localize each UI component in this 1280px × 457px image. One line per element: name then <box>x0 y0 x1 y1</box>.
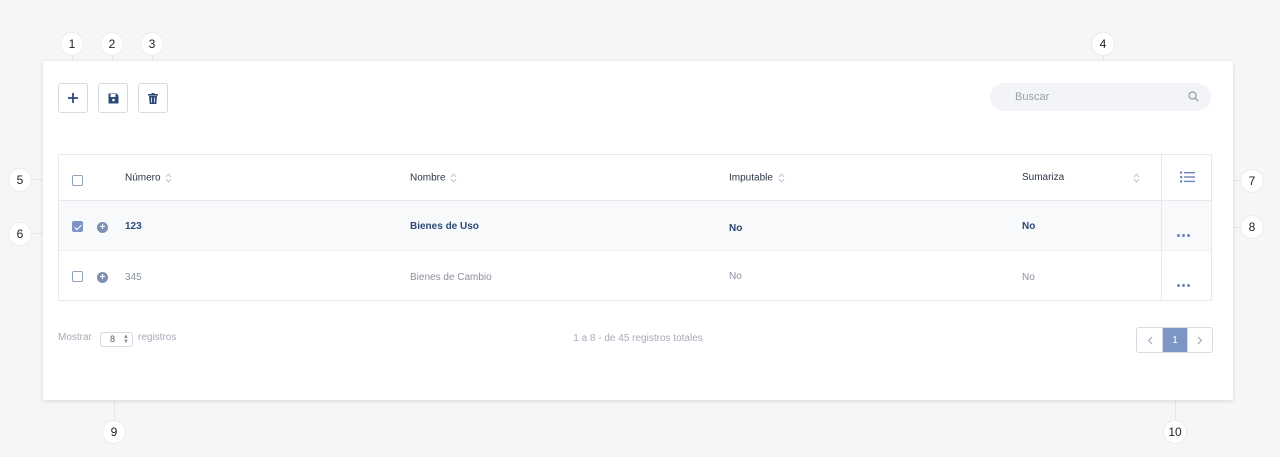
records-summary: 1 a 8 - de 45 registros totales <box>573 333 703 344</box>
table-row[interactable]: + 345 Bienes de Cambio No No <box>59 251 1211 301</box>
page-button[interactable]: 1 <box>1162 328 1187 352</box>
select-all-checkbox[interactable] <box>72 175 83 186</box>
column-divider <box>1161 201 1162 250</box>
cell-nombre: Bienes de Uso <box>410 221 479 232</box>
trash-icon <box>148 92 158 104</box>
column-header-imputable[interactable]: Imputable <box>729 172 785 184</box>
column-header-nombre[interactable]: Nombre <box>410 172 457 184</box>
column-divider <box>1161 251 1162 301</box>
sort-icon[interactable] <box>450 172 457 184</box>
sort-icon[interactable] <box>165 172 172 184</box>
cell-numero: 123 <box>125 221 142 232</box>
search-box <box>990 83 1211 111</box>
callout-marker: 2 <box>101 33 123 55</box>
next-page-button[interactable] <box>1187 328 1212 352</box>
column-header-sumariza[interactable]: Sumariza <box>1022 172 1064 183</box>
delete-button[interactable] <box>138 83 168 113</box>
callout-marker: 3 <box>141 33 163 55</box>
cell-sumariza: No <box>1022 272 1035 283</box>
table-row[interactable]: + 123 Bienes de Uso No No <box>59 201 1211 251</box>
column-header-numero[interactable]: Número <box>125 172 172 184</box>
chevron-right-icon <box>1197 336 1203 344</box>
callout-marker: 9 <box>103 421 125 443</box>
chevron-left-icon <box>1147 336 1152 344</box>
callout-marker: 8 <box>1241 216 1263 238</box>
data-table: Número Nombre Imputable Sumariza + 123 B… <box>58 154 1212 301</box>
table-header: Número Nombre Imputable Sumariza <box>59 155 1211 201</box>
callout-marker: 1 <box>61 33 83 55</box>
callout-marker: 10 <box>1164 421 1186 443</box>
callout-marker: 6 <box>9 223 31 245</box>
sort-icon[interactable] <box>1133 172 1140 184</box>
list-icon[interactable] <box>1180 171 1195 183</box>
cell-nombre: Bienes de Cambio <box>410 272 492 283</box>
more-dots-icon[interactable] <box>1177 274 1192 292</box>
callout-marker: 5 <box>9 169 31 191</box>
column-divider <box>1161 155 1162 200</box>
cell-imputable: No <box>729 271 742 282</box>
pagination: 1 <box>1136 327 1213 353</box>
expand-icon[interactable]: + <box>97 222 108 233</box>
cell-numero: 345 <box>125 272 142 283</box>
more-dots-icon[interactable] <box>1177 224 1192 242</box>
row-checkbox[interactable] <box>72 221 83 232</box>
row-checkbox[interactable] <box>72 271 83 282</box>
cell-sumariza: No <box>1022 221 1036 232</box>
callout-marker: 7 <box>1241 170 1263 192</box>
cell-imputable: No <box>729 223 743 234</box>
prev-page-button[interactable] <box>1137 328 1162 352</box>
floppy-disk-icon <box>108 93 118 103</box>
search-input[interactable] <box>1015 83 1180 111</box>
data-table-card: Número Nombre Imputable Sumariza <box>43 61 1233 400</box>
sort-icon[interactable] <box>778 172 785 184</box>
add-button[interactable] <box>58 83 88 113</box>
callout-marker: 4 <box>1092 33 1114 55</box>
plus-icon <box>68 93 78 103</box>
search-icon[interactable] <box>1188 91 1199 102</box>
save-button[interactable] <box>98 83 128 113</box>
expand-icon[interactable]: + <box>97 272 108 283</box>
